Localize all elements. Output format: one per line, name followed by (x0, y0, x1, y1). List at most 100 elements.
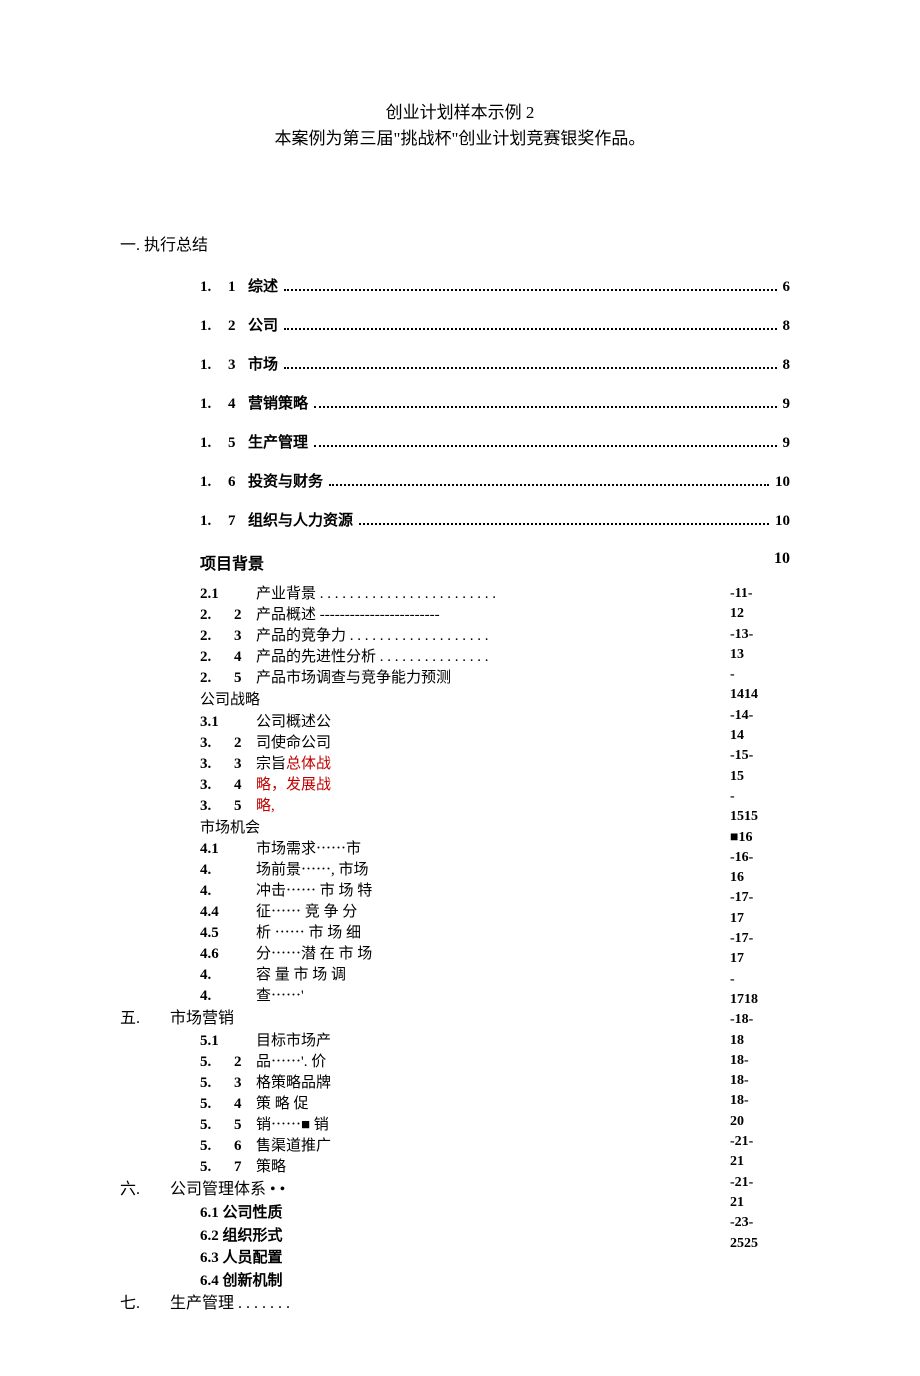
toc-item-row: 4.冲击⋯⋯ 市 场 特 (200, 881, 730, 902)
toc-row: 1.6投资与财务10 (200, 470, 790, 491)
page-ref: 1718 (730, 990, 800, 1010)
item-subnum: 4 (234, 775, 256, 796)
item-subnum: 3 (234, 1073, 256, 1094)
toc-label: 综述 (248, 275, 278, 296)
toc-item-row: 4.5 析 ⋯⋯ 市 场 细 (200, 923, 730, 944)
toc-item-row: 5.5销⋯⋯■ 销 (200, 1115, 730, 1136)
item-subnum: 2 (234, 733, 256, 754)
item-num: 3. (200, 775, 234, 796)
section-6-items: 6.1 公司性质6.2 组织形式6.3 人员配置6.4 创新机制 (200, 1202, 730, 1292)
roman-6-row: 六. 公司管理体系 • • (120, 1178, 730, 1202)
item-num: 5. (200, 1073, 234, 1094)
item-text: 产品的竞争力 . . . . . . . . . . . . . . . . .… (256, 626, 489, 647)
item-text: 策略 (256, 1157, 286, 1178)
toc-item-row: 3.4略，发展战 (200, 775, 730, 796)
roman-5-num: 五. (120, 1007, 170, 1031)
item-subnum: 3 (234, 754, 256, 775)
toc-num: 1. (200, 435, 228, 452)
item-subnum: 4 (234, 647, 256, 668)
toc-dots (314, 444, 776, 447)
toc-item-row: 5.7策略 (200, 1157, 730, 1178)
item-num: 5.1 (200, 1031, 234, 1052)
sec6-line: 6.2 组织形式 (200, 1225, 730, 1248)
item-text: 策 略 促 (256, 1094, 309, 1115)
item-text: 征⋯⋯ 竞 争 分 (256, 902, 357, 923)
toc-item-row: 4.4征⋯⋯ 竞 争 分 (200, 902, 730, 923)
item-num: 5. (200, 1094, 234, 1115)
page-ref: - (730, 970, 800, 990)
page-ref: 18- (730, 1051, 800, 1071)
toc-item-row: 3.1公司概述公 (200, 712, 730, 733)
page-ref: -13- (730, 625, 800, 645)
roman-6-num: 六. (120, 1178, 170, 1202)
page-ref: 21 (730, 1193, 800, 1213)
toc-subnum: 3 (228, 357, 248, 374)
toc-page: 10 (775, 513, 790, 530)
section-2-title: 公司战略 (200, 689, 730, 712)
item-text: 产品概述 ------------------------ (256, 605, 440, 626)
toc-label: 市场 (248, 353, 278, 374)
page-ref: ■16 (730, 828, 800, 848)
toc-row: 1.1综述6 (200, 275, 790, 296)
item-text: 分⋯⋯潜 在 市 场 (256, 944, 372, 965)
toc-dots (284, 327, 776, 330)
toc-num: 1. (200, 474, 228, 491)
toc-page: 8 (783, 357, 791, 374)
item-num: 4.5 (200, 923, 234, 944)
page-ref: -16- (730, 848, 800, 868)
page-ref: - (730, 665, 800, 685)
section-3-title: 市场机会 (200, 817, 730, 840)
toc-item-row: 5.6售渠道推广 (200, 1136, 730, 1157)
item-num: 4. (200, 881, 234, 902)
lower-block: 2.1产业背景 . . . . . . . . . . . . . . . . … (120, 584, 800, 1316)
toc-dots (329, 483, 769, 486)
item-num: 5. (200, 1157, 234, 1178)
section-4-items: 4.1市场需求⋯⋯市4.场前景⋯⋯, 市场4.冲击⋯⋯ 市 场 特4.4征⋯⋯ … (200, 839, 730, 1007)
section-2-items: 2.1产业背景 . . . . . . . . . . . . . . . . … (200, 584, 730, 689)
toc-row: 1.2公司8 (200, 314, 790, 335)
item-num: 5. (200, 1115, 234, 1136)
toc-item-row: 5.4策 略 促 (200, 1094, 730, 1115)
page-ref: 1414 (730, 685, 800, 705)
item-text: 析 ⋯⋯ 市 场 细 (256, 923, 361, 944)
item-text: 略, (256, 796, 275, 817)
sec6-line: 6.3 人员配置 (200, 1247, 730, 1270)
toc-dots (314, 405, 776, 408)
toc-label: 投资与财务 (248, 470, 323, 491)
item-subnum: 5 (234, 1115, 256, 1136)
toc-page: 6 (783, 279, 791, 296)
toc-item-row: 2.3产品的竞争力 . . . . . . . . . . . . . . . … (200, 626, 730, 647)
toc-item-row: 3.2司使命公司 (200, 733, 730, 754)
page-ref: 16 (730, 868, 800, 888)
toc-item-row: 3.3宗旨总体战 (200, 754, 730, 775)
item-subnum: 4 (234, 1094, 256, 1115)
item-num: 2.1 (200, 584, 234, 605)
toc-subnum: 4 (228, 396, 248, 413)
page-ref: 2525 (730, 1234, 800, 1254)
toc-item-row: 3.5略, (200, 796, 730, 817)
title-line-1: 创业计划样本示例 2 (120, 100, 800, 126)
toc-label: 公司 (248, 314, 278, 335)
project-background-row: 项目背景 10 (200, 550, 800, 574)
title-line-2: 本案例为第三届"挑战杯"创业计划竞赛银奖作品。 (120, 126, 800, 152)
toc-item-row: 2.1产业背景 . . . . . . . . . . . . . . . . … (200, 584, 730, 605)
page-ref: 1515 (730, 807, 800, 827)
toc-item-row: 4.6分⋯⋯潜 在 市 场 (200, 944, 730, 965)
item-subnum: 5 (234, 668, 256, 689)
item-text: 售渠道推广 (256, 1136, 331, 1157)
toc-item-row: 4.场前景⋯⋯, 市场 (200, 860, 730, 881)
item-num: 4.1 (200, 839, 234, 860)
toc-section-1: 1.1综述61.2公司81.3市场81.4营销策略91.5生产管理91.6投资与… (200, 275, 790, 530)
item-num: 4. (200, 860, 234, 881)
page-ref: 20 (730, 1112, 800, 1132)
item-num: 2. (200, 626, 234, 647)
toc-subnum: 6 (228, 474, 248, 491)
page-ref: -17- (730, 888, 800, 908)
section-3-items: 3.1公司概述公3.2司使命公司3.3宗旨总体战3.4略，发展战3.5略, (200, 712, 730, 817)
page-ref: 12 (730, 604, 800, 624)
document-page: 创业计划样本示例 2 本案例为第三届"挑战杯"创业计划竞赛银奖作品。 一. 执行… (0, 0, 920, 1376)
roman-7-label: 生产管理 . . . . . . . (170, 1292, 290, 1316)
page-ref: 17 (730, 909, 800, 929)
page-ref: 21 (730, 1152, 800, 1172)
item-text: 销⋯⋯■ 销 (256, 1115, 329, 1136)
